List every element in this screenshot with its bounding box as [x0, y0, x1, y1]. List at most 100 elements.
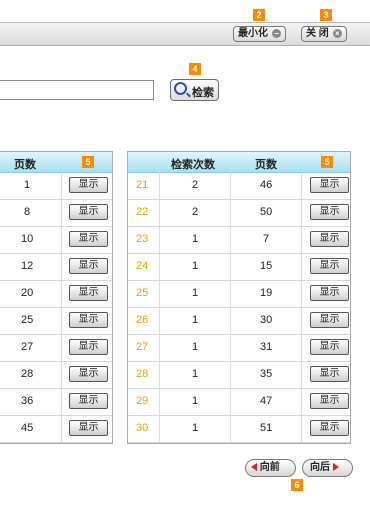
search-icon	[174, 82, 187, 95]
table-row: 45 显示	[0, 415, 112, 443]
search-count-cell: 1	[192, 395, 199, 407]
pages-cell: 51	[260, 422, 273, 434]
row-index: 30	[136, 422, 149, 434]
annotation-badge-right-table: 5	[321, 156, 333, 168]
close-button[interactable]: 关 闭 ×	[301, 26, 347, 42]
search-count-cell: 1	[192, 287, 199, 299]
col-header-pages: 页数	[14, 159, 36, 171]
table-row: 29 1 47 显示	[128, 388, 350, 416]
row-index: 23	[136, 233, 149, 245]
show-button[interactable]: 显示	[310, 231, 349, 247]
table-row: 25 显示	[0, 307, 112, 335]
show-button[interactable]: 显示	[69, 339, 108, 355]
show-button[interactable]: 显示	[69, 204, 108, 220]
pages-cell: 27	[21, 341, 34, 353]
search-input[interactable]	[0, 80, 154, 100]
search-button[interactable]: 检索	[170, 79, 219, 101]
table-row: 27 1 31 显示	[128, 334, 350, 362]
table-row: 36 显示	[0, 388, 112, 416]
row-index: 29	[136, 395, 149, 407]
next-page-label: 向后	[310, 462, 330, 473]
arrow-left-icon	[251, 463, 257, 472]
row-index: 26	[136, 314, 149, 326]
row-index: 24	[136, 260, 149, 272]
table-row: 27 显示	[0, 334, 112, 362]
show-button[interactable]: 显示	[310, 177, 349, 193]
annotation-badge-search: 4	[189, 63, 201, 75]
pages-cell: 19	[260, 287, 273, 299]
pages-cell: 1	[24, 179, 31, 191]
right-results-table: 检索次数 页数 5 21 2 46 显示 22 2 50 显示 23 1 7 显示 24 1 15 显示 25 1…	[127, 151, 351, 444]
show-button[interactable]: 显示	[310, 420, 349, 436]
table-row: 23 1 7 显示	[128, 226, 350, 254]
row-index: 21	[136, 179, 149, 191]
show-button[interactable]: 显示	[69, 231, 108, 247]
pages-cell: 30	[260, 314, 273, 326]
search-count-cell: 2	[192, 179, 199, 191]
left-results-table: 页数 5 1 显示 8 显示 10 显示 12 显示 20 显示 25 显示 27 显示 28 显示 36 显示 4…	[0, 151, 113, 444]
table-row: 1 显示	[0, 172, 112, 200]
show-button[interactable]: 显示	[310, 366, 349, 382]
search-count-cell: 1	[192, 260, 199, 272]
table-row: 8 显示	[0, 199, 112, 227]
prev-page-button[interactable]: 向前	[245, 459, 296, 477]
table-row: 28 1 35 显示	[128, 361, 350, 389]
pages-cell: 12	[21, 260, 34, 272]
annotation-badge-left-table: 5	[82, 156, 94, 168]
pages-cell: 45	[21, 422, 34, 434]
show-button[interactable]: 显示	[69, 420, 108, 436]
show-button[interactable]: 显示	[69, 177, 108, 193]
prev-page-label: 向前	[259, 462, 280, 473]
table-row: 20 显示	[0, 280, 112, 308]
show-button[interactable]: 显示	[310, 258, 349, 274]
annotation-badge-close: 3	[320, 9, 332, 21]
show-button[interactable]: 显示	[69, 366, 108, 382]
search-count-cell: 1	[192, 314, 199, 326]
show-button[interactable]: 显示	[69, 258, 108, 274]
show-button[interactable]: 显示	[310, 285, 349, 301]
window-titlebar: 最小化 − 关 闭 ×	[0, 22, 370, 46]
show-button[interactable]: 显示	[310, 339, 349, 355]
annotation-badge-minimize: 2	[253, 9, 265, 21]
show-button[interactable]: 显示	[310, 204, 349, 220]
right-table-header: 检索次数 页数 5	[128, 152, 350, 173]
search-count-cell: 2	[192, 206, 199, 218]
col-header-search-count: 检索次数	[171, 159, 215, 171]
search-count-cell: 1	[192, 368, 199, 380]
row-index: 27	[136, 341, 149, 353]
show-button[interactable]: 显示	[69, 312, 108, 328]
pages-cell: 46	[260, 179, 273, 191]
table-row: 12 显示	[0, 253, 112, 281]
pages-cell: 28	[21, 368, 34, 380]
show-button[interactable]: 显示	[69, 285, 108, 301]
show-button[interactable]: 显示	[310, 393, 349, 409]
search-button-label: 检索	[192, 87, 214, 99]
row-index: 25	[136, 287, 149, 299]
show-button[interactable]: 显示	[69, 393, 108, 409]
table-row: 24 1 15 显示	[128, 253, 350, 281]
table-row: 10 显示	[0, 226, 112, 254]
pages-cell: 31	[260, 341, 273, 353]
table-row: 21 2 46 显示	[128, 172, 350, 200]
pages-cell: 10	[21, 233, 34, 245]
table-row: 30 1 51 显示	[128, 415, 350, 443]
left-table-header: 页数 5	[0, 152, 112, 173]
close-label: 关 闭	[306, 28, 329, 39]
search-count-cell: 1	[192, 233, 199, 245]
pages-cell: 25	[21, 314, 34, 326]
minimize-label: 最小化	[238, 28, 268, 39]
search-count-cell: 1	[192, 422, 199, 434]
row-index: 28	[136, 368, 149, 380]
next-page-button[interactable]: 向后	[302, 459, 353, 477]
pages-cell: 8	[24, 206, 31, 218]
pages-cell: 47	[260, 395, 273, 407]
pages-cell: 15	[260, 260, 273, 272]
annotation-badge-pager: 6	[291, 479, 303, 491]
minimize-button[interactable]: 最小化 −	[233, 26, 286, 42]
show-button[interactable]: 显示	[310, 312, 349, 328]
table-row: 28 显示	[0, 361, 112, 389]
pages-cell: 20	[21, 287, 34, 299]
minus-icon: −	[272, 28, 281, 38]
row-index: 22	[136, 206, 149, 218]
arrow-right-icon	[332, 463, 339, 472]
